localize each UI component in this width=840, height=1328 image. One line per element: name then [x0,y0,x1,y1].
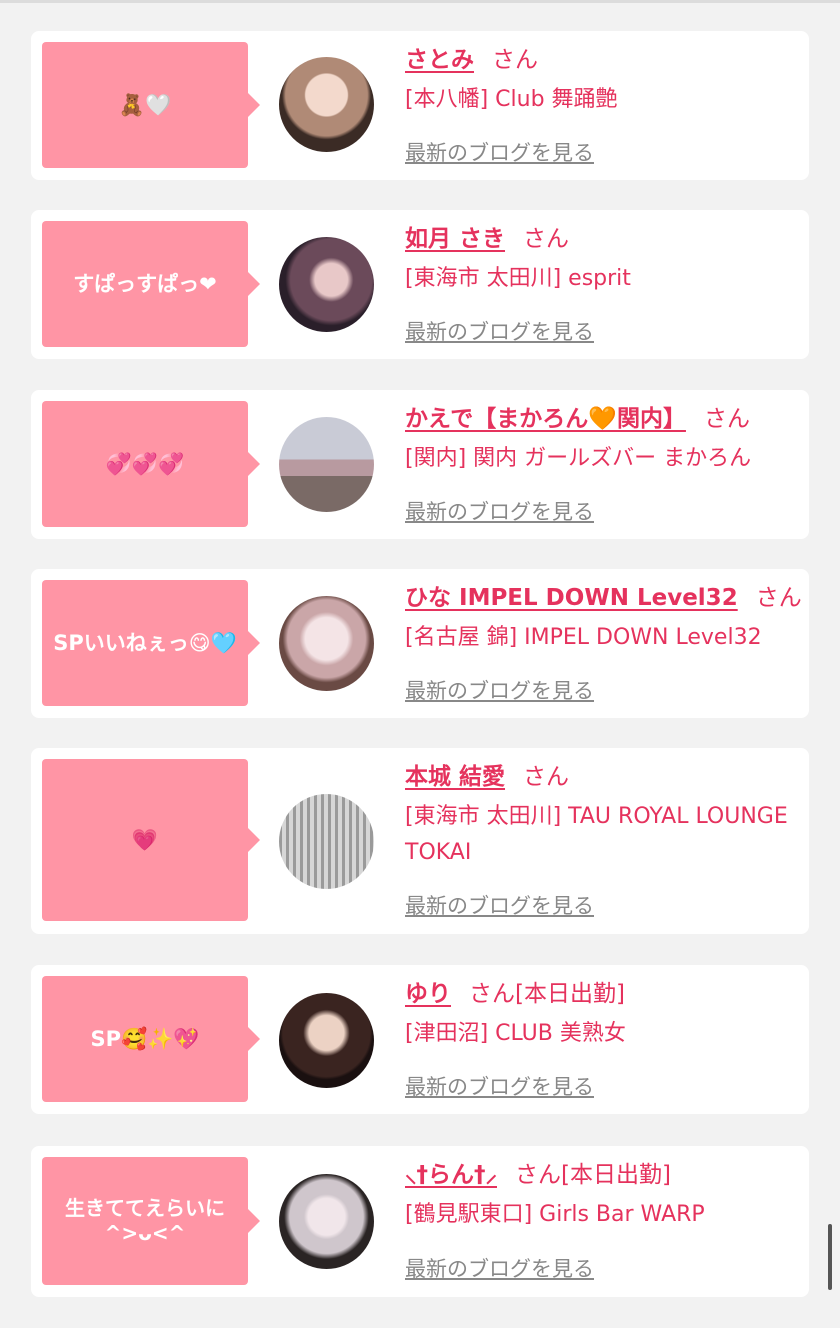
honorific-label: さん [492,47,538,73]
comment-bubble: SPいいねぇっ😋🩵 [42,580,260,706]
comment-bubble: 生きててえらいに ^>ᴗ<^ [42,1157,260,1285]
cast-name-link[interactable]: 如月 さき [405,226,505,252]
blog-card[interactable]: SPいいねぇっ😋🩵 ひな IMPEL DOWN Level32 さん [名古屋 錦… [31,569,809,718]
honorific-label: さん [523,764,570,790]
shop-label: [津田沼] CLUB 美熟女 [405,1021,626,1046]
honorific-label: さん[本日出勤] [469,981,625,1007]
avatar[interactable] [279,57,374,152]
latest-blog-link[interactable]: 最新のブログを見る [405,316,594,346]
comment-bubble: 🧸🤍 [42,42,260,168]
cast-name-link[interactable]: 本城 結愛 [405,764,505,790]
honorific-label: さん [703,406,750,432]
cast-name-link[interactable]: ゆり [405,981,451,1007]
latest-blog-link[interactable]: 最新のブログを見る [405,675,594,705]
honorific-label: さん [523,226,570,252]
shop-label: [東海市 太田川] TAU ROYAL LOUNGE TOKAI [405,804,788,865]
shop-label: [鶴見駅東口] Girls Bar WARP [405,1202,705,1227]
blog-card[interactable]: 💞💞💞 かえで【まかろん🧡関内】 さん [関内] 関内 ガールズバー まかろん 最… [31,390,809,539]
cast-name-link[interactable]: さとみ [405,47,474,73]
avatar[interactable] [279,596,374,691]
latest-blog-link[interactable]: 最新のブログを見る [405,1253,594,1283]
blog-card[interactable]: 生きててえらいに ^>ᴗ<^ ⸜†らん†⸝ さん[本日出勤] [鶴見駅東口] Gi… [31,1146,809,1297]
avatar[interactable] [279,417,374,512]
shop-label: [東海市 太田川] esprit [405,266,631,291]
top-divider [0,0,840,3]
comment-bubble: 💞💞💞 [42,401,260,527]
cast-name-link[interactable]: ひな IMPEL DOWN Level32 [405,585,738,611]
latest-blog-link[interactable]: 最新のブログを見る [405,1071,594,1101]
avatar[interactable] [279,993,374,1088]
comment-bubble: SP🥰✨💖 [42,976,260,1102]
latest-blog-link[interactable]: 最新のブログを見る [405,496,594,526]
blog-card[interactable]: 🧸🤍 さとみ さん [本八幡] Club 舞踊艶 最新のブログを見る [31,31,809,180]
shop-label: [名古屋 錦] IMPEL DOWN Level32 [405,625,762,650]
latest-blog-link[interactable]: 最新のブログを見る [405,137,594,167]
blog-card[interactable]: 💗 本城 結愛 さん [東海市 太田川] TAU ROYAL LOUNGE TOK… [31,748,809,934]
honorific-label: さん [755,585,802,611]
honorific-label: さん[本日出勤] [515,1162,671,1188]
blog-card[interactable]: すぱっすぱっ❤ 如月 さき さん [東海市 太田川] esprit 最新のブログを… [31,210,809,359]
cast-name-link[interactable]: かえで【まかろん🧡関内】 [405,406,686,432]
latest-blog-link[interactable]: 最新のブログを見る [405,890,594,920]
cast-name-link[interactable]: ⸜†らん†⸝ [405,1162,497,1188]
avatar[interactable] [279,237,374,332]
comment-bubble: すぱっすぱっ❤ [42,221,260,347]
scrollbar[interactable] [828,1224,832,1290]
avatar[interactable] [279,794,374,889]
comment-bubble: 💗 [42,759,260,921]
blog-card[interactable]: SP🥰✨💖 ゆり さん[本日出勤] [津田沼] CLUB 美熟女 最新のブログを見… [31,965,809,1114]
shop-label: [本八幡] Club 舞踊艶 [405,87,618,112]
avatar[interactable] [279,1174,374,1269]
shop-label: [関内] 関内 ガールズバー まかろん [405,446,752,471]
